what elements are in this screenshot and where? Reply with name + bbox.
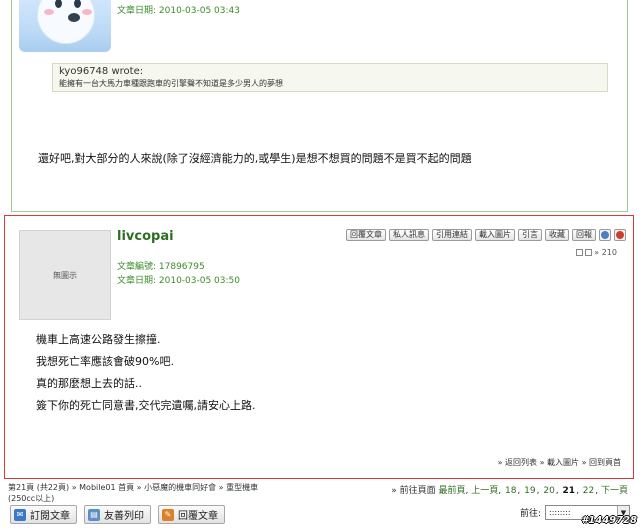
watermark: #1449728 <box>581 515 637 526</box>
avatar-placeholder: 無圖示 <box>19 230 111 320</box>
subscribe-button[interactable]: ✉ 訂閱文章 <box>10 505 77 524</box>
quote-button[interactable]: 引言 <box>518 229 542 241</box>
bear-avatar <box>19 0 111 52</box>
alert-icon[interactable] <box>614 229 626 241</box>
thumb-icon[interactable] <box>599 229 611 241</box>
forum-select-value: :::::::: <box>549 508 571 517</box>
page-link[interactable]: 19 <box>523 486 536 496</box>
report-button[interactable]: 回報 <box>572 229 596 241</box>
favorite-button[interactable]: 收藏 <box>545 229 569 241</box>
breadcrumb: 第21頁 (共22頁) » Mobile01 首頁 » 小惡魔的機車同好會 » … <box>8 483 259 503</box>
post-date: 文章日期: 2010-03-05 03:50 <box>117 276 240 286</box>
page-link[interactable]: 22 <box>582 486 595 496</box>
post-line: 我想死亡率應該會破90%吧. <box>36 355 174 368</box>
load-images-link[interactable]: » 載入圖片 <box>540 458 579 467</box>
page-indicator: 第21頁 (共22頁) <box>8 483 70 492</box>
reply-label: 回覆文章 <box>178 511 218 522</box>
bottom-actions: ✉ 訂閱文章 ▤ 友善列印 ✎ 回覆文章 <box>10 505 225 524</box>
expand-icon[interactable] <box>576 249 584 256</box>
print-button[interactable]: ▤ 友善列印 <box>84 505 151 524</box>
quote-text: 能擁有一台大馬力車種跟跑車的引擎聲不知道是多少男人的夢想 <box>59 79 283 88</box>
reply-button[interactable]: ✎ 回覆文章 <box>158 505 225 524</box>
reply-post-button[interactable]: 回覆文章 <box>346 229 386 241</box>
post-livcopai: 無圖示 livcopai 文章編號: 17896795 文章日期: 2010-0… <box>4 215 634 479</box>
username-link[interactable]: livcopai <box>117 229 174 244</box>
quote-author: kyo96748 wrote: <box>59 66 144 77</box>
back-to-top-link[interactable]: » 回到頁首 <box>582 458 621 467</box>
post-id: 文章編號: 17896795 <box>117 262 205 272</box>
back-to-list-link[interactable]: » 返回列表 <box>498 458 537 467</box>
subscribe-label: 訂閱文章 <box>30 511 70 522</box>
no-avatar-label: 無圖示 <box>53 270 77 280</box>
post-toolbar: 回覆文章 私人訊息 引用連結 載入圖片 引言 收藏 回報 <box>346 229 626 241</box>
post-line: 簽下你的死亡同意書,交代完遺囑,請安心上路. <box>36 399 256 412</box>
quote-box: kyo96748 wrote: 能擁有一台大馬力車種跟跑車的引擎聲不知道是多少男… <box>52 63 608 92</box>
reply-icon: ✎ <box>162 508 174 521</box>
post-footer: » 返回列表 » 載入圖片 » 回到頁首 <box>498 457 621 468</box>
floor-nav: » 210 <box>576 248 617 257</box>
breadcrumb-home[interactable]: Mobile01 首頁 <box>79 483 134 492</box>
print-icon: ▤ <box>88 508 100 521</box>
floor-number[interactable]: » 210 <box>594 248 617 257</box>
page-link[interactable]: 20 <box>542 486 555 496</box>
prev-page-link[interactable]: 上一頁 <box>471 486 498 496</box>
post-line: 真的那麼想上去的話.. <box>36 377 142 390</box>
subscribe-icon: ✉ <box>14 508 26 521</box>
page-link[interactable]: 18 <box>504 486 517 496</box>
post-line: 機車上高速公路發生擦撞. <box>36 333 161 346</box>
private-message-button[interactable]: 私人訊息 <box>389 229 429 241</box>
current-page: 21 <box>562 486 576 496</box>
pager-label: » 前往頁面 <box>391 486 436 496</box>
previous-post: 文章日期: 2010-03-05 03:43 kyo96748 wrote: 能… <box>11 0 628 212</box>
print-label: 友善列印 <box>104 511 144 522</box>
first-page-link[interactable]: 最前頁 <box>438 486 465 496</box>
breadcrumb-subforum[interactable]: 重型機車 <box>226 483 258 492</box>
bear-face-icon <box>37 0 95 44</box>
post-body: 機車上高速公路發生擦撞. 我想死亡率應該會破90%吧. 真的那麼想上去的話.. … <box>36 329 256 417</box>
next-page-link[interactable]: 下一頁 <box>601 486 628 496</box>
pagination: » 前往頁面 最前頁, 上一頁, 18, 19, 20, 21, 22, 下一頁 <box>391 486 628 496</box>
previous-post-date: 文章日期: 2010-03-05 03:43 <box>117 6 240 16</box>
load-images-button[interactable]: 載入圖片 <box>475 229 515 241</box>
link-icon[interactable] <box>585 249 593 256</box>
previous-post-body: 還好吧,對大部分的人來說(除了沒經濟能力的,或學生)是想不想買的問題不是買不起的… <box>38 152 472 165</box>
quote-link-button[interactable]: 引用連結 <box>432 229 472 241</box>
breadcrumb-tail[interactable]: (250cc以上) <box>8 494 54 503</box>
breadcrumb-forum[interactable]: 小惡魔的機車同好會 <box>144 483 216 492</box>
goto-label: 前往: <box>519 509 541 519</box>
